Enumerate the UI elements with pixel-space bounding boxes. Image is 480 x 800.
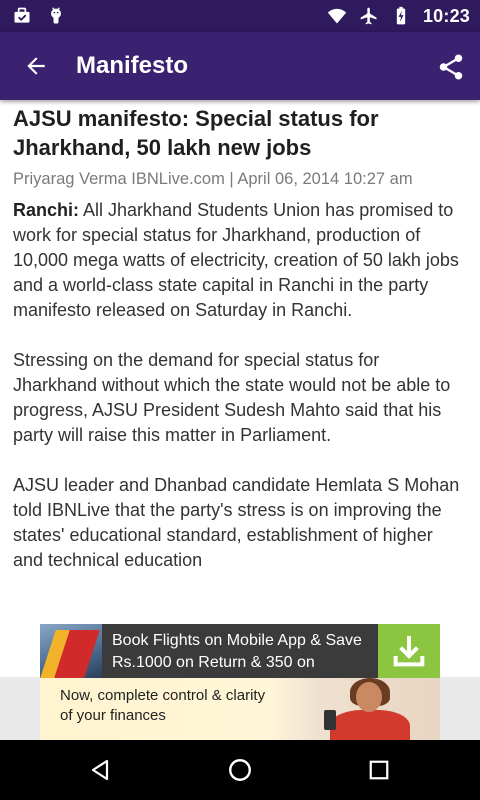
download-icon	[393, 636, 425, 667]
app-bar: Manifesto	[0, 32, 480, 100]
article-paragraph: Stressing on the demand for special stat…	[13, 350, 451, 445]
back-triangle-icon	[91, 759, 109, 781]
status-bar-notifications	[12, 6, 66, 26]
nav-recents-button[interactable]	[359, 750, 399, 790]
briefcase-check-icon	[14, 7, 30, 23]
battery-charging-icon	[396, 6, 406, 25]
article-byline: Priyarag Verma IBNLive.com | April 06, 2…	[13, 170, 413, 188]
finance-ad-text: Now, complete control & clarity of your …	[60, 687, 266, 724]
home-circle-icon	[229, 759, 251, 781]
page-title: Manifesto	[76, 52, 189, 79]
share-button[interactable]	[432, 48, 470, 86]
nav-back-button[interactable]	[80, 750, 120, 790]
article-paragraph: AJSU leader and Dhanbad candidate Hemlat…	[13, 475, 460, 570]
status-time: 10:23	[422, 5, 470, 26]
ad-person-image	[270, 678, 440, 740]
arrow-back-icon	[27, 57, 45, 75]
article-paragraph-text: All Jharkhand Students Union has promise…	[13, 200, 459, 320]
article-headline: AJSU manifesto: Special status for Jhark…	[13, 106, 379, 160]
airplane-icon	[360, 7, 377, 25]
status-bar-system: 10:23	[327, 0, 470, 32]
recents-square-icon	[369, 760, 389, 780]
status-bar: 10:23	[0, 0, 480, 32]
article-body[interactable]: AJSU manifesto: Special status for Jhark…	[0, 100, 480, 680]
download-button[interactable]	[378, 624, 440, 678]
article-text: Ranchi: All Jharkhand Students Union has…	[13, 198, 467, 573]
flight-ad-banner[interactable]: Book Flights on Mobile App & Save Rs.100…	[40, 624, 440, 678]
back-button[interactable]	[16, 46, 56, 86]
share-icon	[439, 54, 463, 80]
finance-ad-banner[interactable]: Now, complete control & clarity of your …	[40, 678, 440, 740]
system-nav-bar	[0, 740, 480, 800]
nav-home-button[interactable]	[220, 750, 260, 790]
android-icon	[51, 7, 61, 24]
ad-person-head	[356, 682, 382, 712]
flight-ad-text: Book Flights on Mobile App & Save Rs.100…	[112, 632, 362, 671]
ad-person-shirt	[330, 710, 410, 740]
article-dateline: Ranchi:	[13, 200, 80, 220]
wifi-icon	[327, 8, 347, 24]
ad-person-phone	[324, 710, 336, 730]
article-paragraph: Ranchi: All Jharkhand Students Union has…	[13, 198, 467, 323]
airline-tail-image	[40, 624, 102, 678]
